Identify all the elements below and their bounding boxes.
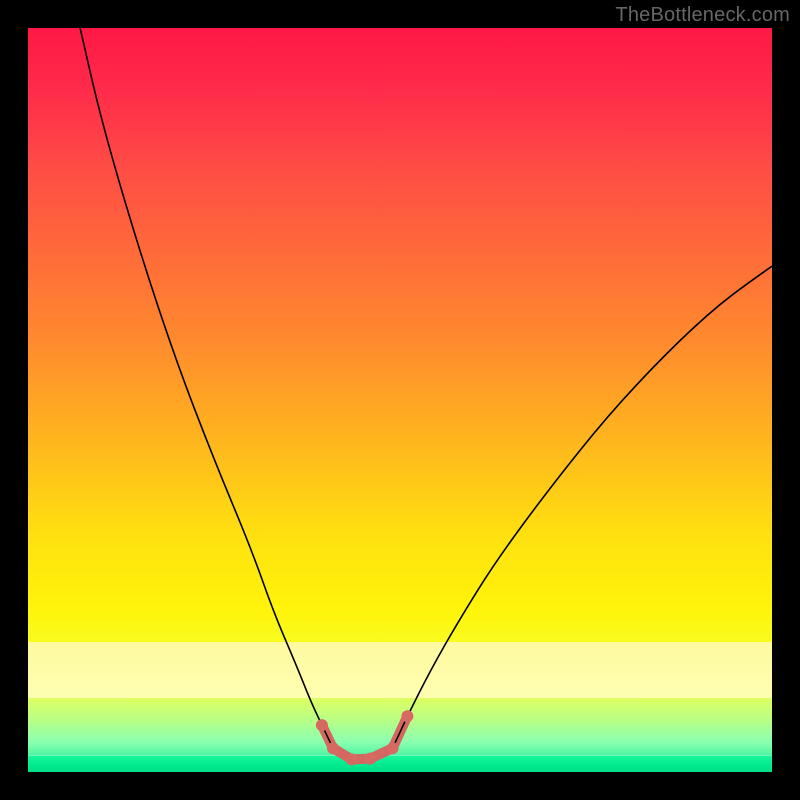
curve-svg	[28, 28, 772, 772]
curve-left-branch	[80, 28, 333, 748]
trough-marker-dot	[346, 753, 358, 765]
watermark-text: TheBottleneck.com	[615, 4, 790, 27]
trough-marker-dot	[364, 753, 376, 765]
trough-marker-dot	[316, 719, 328, 731]
plot-area	[28, 28, 772, 772]
trough-marker-dot	[401, 710, 413, 722]
chart-frame: TheBottleneck.com	[0, 0, 800, 800]
trough-marker-dot	[327, 742, 339, 754]
trough-marker-dot	[387, 742, 399, 754]
curve-right-branch	[393, 266, 772, 748]
